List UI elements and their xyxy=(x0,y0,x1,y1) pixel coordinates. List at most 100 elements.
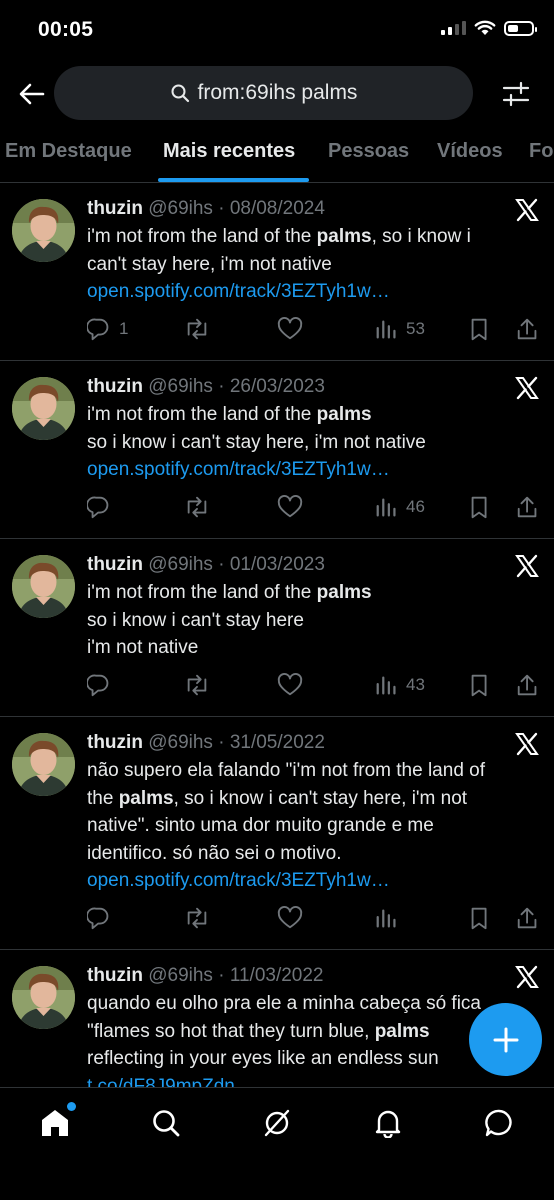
like-icon xyxy=(277,673,303,696)
tweet-actions: 43 xyxy=(87,670,540,700)
share-icon xyxy=(517,907,537,929)
tweet[interactable]: thuzin @69ihs · 31/05/2022 não supero ela… xyxy=(0,717,554,950)
nav-notifications[interactable] xyxy=(371,1106,405,1140)
author-handle-date[interactable]: @69ihs · 11/03/2022 xyxy=(148,965,323,986)
reply-button[interactable] xyxy=(87,670,119,700)
tweet-link[interactable]: open.spotify.com/track/3EZTyh1w… xyxy=(87,456,540,484)
tab-em-destaque[interactable]: Em Destaque xyxy=(5,140,132,163)
author-name[interactable]: thuzin xyxy=(87,554,143,575)
explore-icon xyxy=(153,1110,180,1137)
view-count: 53 xyxy=(406,319,425,338)
tweet[interactable]: thuzin @69ihs · 26/03/2023 i'm not from t… xyxy=(0,361,554,539)
retweet-button[interactable] xyxy=(184,903,210,933)
share-button[interactable] xyxy=(515,903,541,933)
avatar[interactable] xyxy=(12,199,75,262)
author-handle-date[interactable]: @69ihs · 08/08/2024 xyxy=(148,198,325,219)
views-button[interactable]: 46 xyxy=(374,492,425,522)
nav-messages[interactable] xyxy=(482,1106,516,1140)
bookmark-button[interactable] xyxy=(467,314,493,344)
home-new-posts-dot xyxy=(67,1102,76,1111)
back-arrow-icon xyxy=(19,83,45,105)
reply-button[interactable] xyxy=(87,492,119,522)
author-name[interactable]: thuzin xyxy=(87,198,143,219)
tweet[interactable]: thuzin @69ihs · 01/03/2023 i'm not from t… xyxy=(0,539,554,717)
like-icon xyxy=(277,906,303,929)
retweet-icon xyxy=(187,907,207,929)
tab-videos[interactable]: Vídeos xyxy=(437,140,503,163)
reply-icon xyxy=(87,496,109,519)
search-query: from:69ihs palms xyxy=(197,81,358,104)
search-filter-button[interactable] xyxy=(500,78,532,110)
share-button[interactable] xyxy=(515,314,541,344)
author-name[interactable]: thuzin xyxy=(87,965,143,986)
tweet-actions: 1 53 xyxy=(87,314,540,344)
tweet-header: thuzin @69ihs · 26/03/2023 xyxy=(87,374,540,400)
back-button[interactable] xyxy=(16,78,48,110)
views-icon xyxy=(376,909,396,928)
tweet[interactable]: thuzin @69ihs · 08/08/2024 i'm not from t… xyxy=(0,183,554,361)
tab-pessoas[interactable]: Pessoas xyxy=(328,140,409,163)
author-handle-date[interactable]: @69ihs · 26/03/2023 xyxy=(148,376,325,397)
avatar[interactable] xyxy=(12,733,75,796)
like-button[interactable] xyxy=(277,903,303,933)
share-button[interactable] xyxy=(515,670,541,700)
views-button[interactable] xyxy=(374,903,406,933)
retweet-button[interactable] xyxy=(184,314,210,344)
compose-button[interactable] xyxy=(469,1003,542,1076)
author-name[interactable]: thuzin xyxy=(87,732,143,753)
retweet-icon xyxy=(187,496,207,518)
reply-button[interactable] xyxy=(87,903,119,933)
reply-button[interactable]: 1 xyxy=(87,314,128,344)
like-icon xyxy=(277,317,303,340)
search-tabs: Em Destaque Mais recentes Pessoas Vídeos… xyxy=(0,132,554,183)
avatar[interactable] xyxy=(12,377,75,440)
like-button[interactable] xyxy=(277,314,303,344)
nav-grok[interactable] xyxy=(260,1106,294,1140)
retweet-button[interactable] xyxy=(184,492,210,522)
tweet-link[interactable]: open.spotify.com/track/3EZTyh1w… xyxy=(87,278,540,306)
tab-mais-recentes[interactable]: Mais recentes xyxy=(163,140,295,163)
bookmark-icon xyxy=(471,496,487,519)
search-input[interactable]: from:69ihs palms xyxy=(54,66,473,120)
views-button[interactable]: 53 xyxy=(374,314,425,344)
tweet-feed: thuzin @69ihs · 08/08/2024 i'm not from t… xyxy=(0,183,554,1087)
like-button[interactable] xyxy=(277,670,303,700)
search-header: from:69ihs palms xyxy=(0,66,554,122)
tweet-link[interactable]: t.co/dF8J9mpZdn xyxy=(87,1073,540,1088)
tweet-header: thuzin @69ihs · 31/05/2022 xyxy=(87,730,540,756)
status-icons xyxy=(441,20,537,36)
nav-explore[interactable] xyxy=(149,1106,183,1140)
tweet-text: não supero ela falando "i'm not from the… xyxy=(87,757,540,895)
tweet-header: thuzin @69ihs · 11/03/2022 xyxy=(87,963,540,989)
tweet-body: thuzin @69ihs · 08/08/2024 i'm not from t… xyxy=(87,196,540,306)
views-button[interactable]: 43 xyxy=(374,670,425,700)
tweet-text-line: i'm not from the land of the palms xyxy=(87,404,372,425)
filter-sliders-icon xyxy=(502,81,530,107)
nav-home[interactable] xyxy=(38,1102,76,1140)
retweet-button[interactable] xyxy=(184,670,210,700)
tweet[interactable]: thuzin @69ihs · 11/03/2022 quando eu olho… xyxy=(0,950,554,1087)
battery-icon xyxy=(504,20,537,36)
share-icon xyxy=(517,318,537,340)
bookmark-button[interactable] xyxy=(467,492,493,522)
reply-count: 1 xyxy=(119,319,129,338)
share-button[interactable] xyxy=(515,492,541,522)
tweet-text-line: identifico. só não sei o motivo. xyxy=(87,842,342,864)
author-name[interactable]: thuzin xyxy=(87,376,143,397)
tweet-link[interactable]: open.spotify.com/track/3EZTyh1w… xyxy=(87,867,540,895)
tweet-text-line: i'm not from the land of the palms, so i… xyxy=(87,226,471,247)
author-handle-date[interactable]: @69ihs · 01/03/2023 xyxy=(148,554,325,575)
like-button[interactable] xyxy=(277,492,303,522)
author-handle-date[interactable]: @69ihs · 31/05/2022 xyxy=(148,732,325,753)
bookmark-button[interactable] xyxy=(467,670,493,700)
bookmark-icon xyxy=(471,674,487,697)
tweet-text: i'm not from the land of the palms, so i… xyxy=(87,223,540,306)
bookmark-button[interactable] xyxy=(467,903,493,933)
reply-icon xyxy=(87,318,109,341)
cellular-signal-icon xyxy=(441,21,466,35)
wifi-icon xyxy=(474,20,496,35)
tweet-actions xyxy=(87,903,540,933)
avatar[interactable] xyxy=(12,966,75,1029)
avatar[interactable] xyxy=(12,555,75,618)
tab-fotos[interactable]: Fo xyxy=(529,140,553,163)
